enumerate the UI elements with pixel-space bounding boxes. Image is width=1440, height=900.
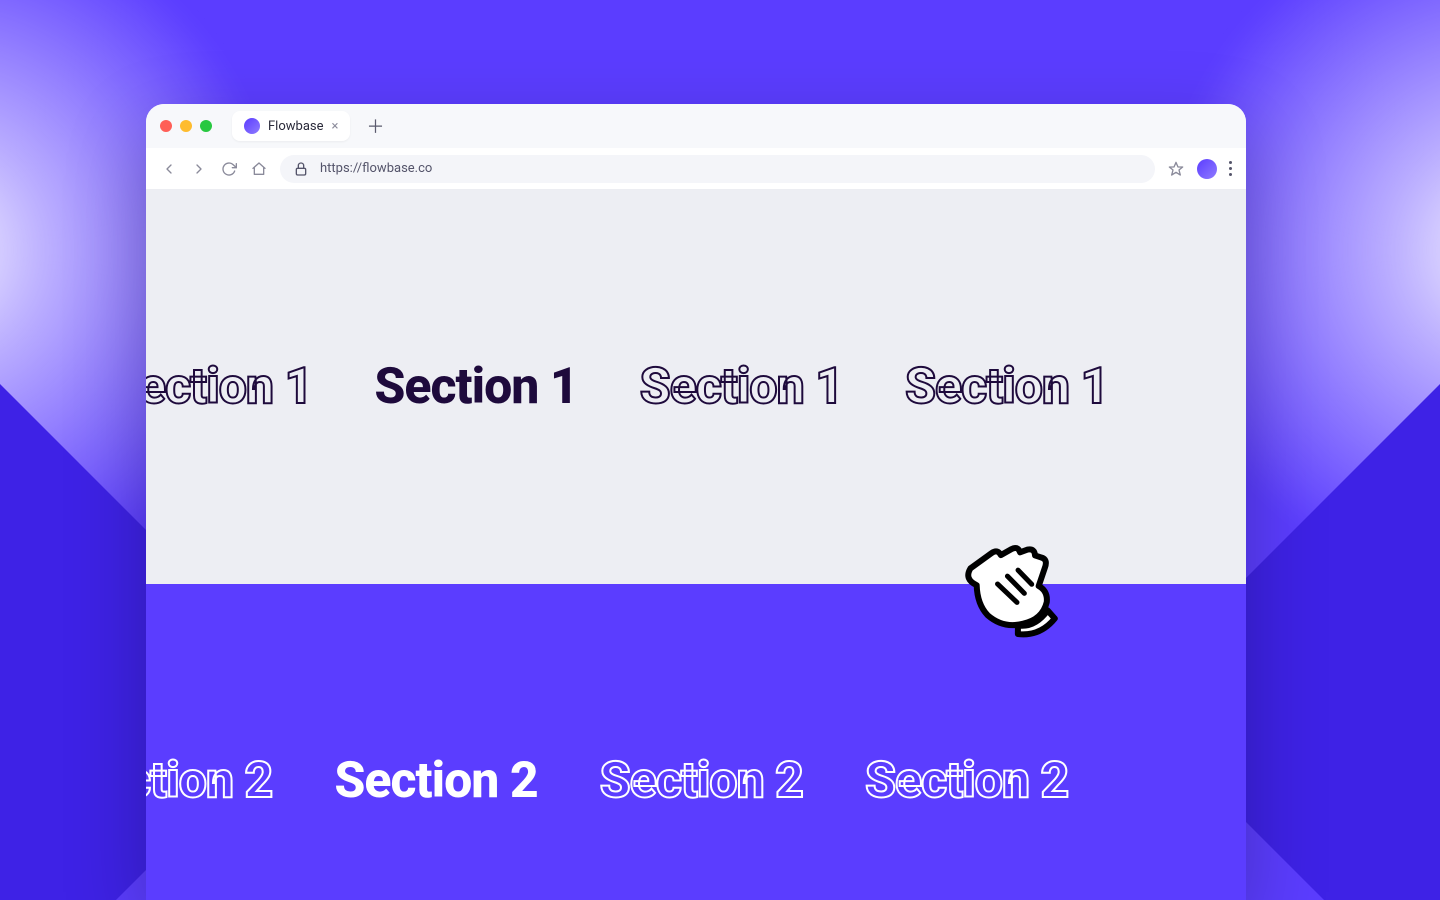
marquee-text: Section 2 [334, 752, 537, 810]
browser-toolbar: https://flowbase.co [146, 148, 1246, 190]
marquee-text: Section 2 [146, 752, 272, 810]
browser-tab[interactable]: Flowbase × [232, 111, 350, 141]
marquee-text: Section 2 [600, 752, 803, 810]
browser-menu-button[interactable] [1229, 161, 1232, 176]
profile-avatar[interactable] [1197, 159, 1217, 179]
stage-background: Flowbase × ＋ https://flowb [0, 0, 1440, 900]
tab-title: Flowbase [268, 119, 324, 134]
window-minimize-button[interactable] [180, 120, 192, 132]
marquee-text: Section 1 [640, 358, 843, 416]
new-tab-button[interactable]: ＋ [360, 113, 390, 139]
section-1: Section 1 Section 1 Section 1 Section 1 … [146, 190, 1246, 584]
home-button[interactable] [250, 160, 268, 178]
marquee-text: Section 1 [146, 358, 312, 416]
browser-tabstrip: Flowbase × ＋ [146, 104, 1246, 148]
forward-button[interactable] [190, 160, 208, 178]
browser-window: Flowbase × ＋ https://flowb [146, 104, 1246, 900]
window-close-button[interactable] [160, 120, 172, 132]
section-2: Section 2 Section 2 Section 2 Section 2 … [146, 584, 1246, 900]
section-2-marquee: Section 2 Section 2 Section 2 Section 2 … [146, 752, 1068, 810]
tab-favicon-icon [244, 118, 260, 134]
window-controls [160, 120, 212, 132]
marquee-text: Section 2 [865, 752, 1068, 810]
lock-icon [292, 160, 310, 178]
address-url: https://flowbase.co [320, 161, 432, 176]
window-zoom-button[interactable] [200, 120, 212, 132]
tab-close-button[interactable]: × [332, 120, 339, 133]
marquee-text: Section 1 [374, 358, 577, 416]
section-1-marquee: Section 1 Section 1 Section 1 Section 1 … [146, 358, 1108, 416]
bookmark-button[interactable] [1167, 160, 1185, 178]
page-viewport: Section 1 Section 1 Section 1 Section 1 … [146, 190, 1246, 900]
back-button[interactable] [160, 160, 178, 178]
marquee-text: Section 1 [905, 358, 1108, 416]
reload-button[interactable] [220, 160, 238, 178]
address-bar[interactable]: https://flowbase.co [280, 155, 1155, 183]
